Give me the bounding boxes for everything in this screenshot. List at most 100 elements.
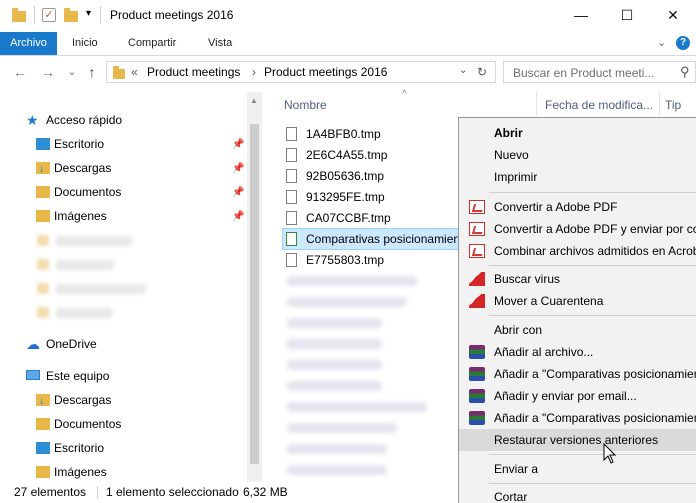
menu-item-cortar[interactable]: Cortar (459, 486, 696, 503)
menu-separator (489, 454, 696, 455)
column-fecha[interactable]: Fecha de modifica... (545, 98, 653, 112)
folder-icon (113, 66, 125, 79)
blurred-item (55, 284, 147, 294)
selection-count: 1 elemento seleccionado (106, 485, 239, 499)
tab-vista[interactable]: Vista (198, 32, 242, 55)
title-bar: ✓ ▾ Product meetings 2016 — ☐ ✕ (0, 0, 696, 32)
blurred-item (55, 308, 113, 318)
scrollbar-thumb[interactable] (250, 124, 259, 464)
menu-item-imprimir[interactable]: Imprimir (459, 166, 696, 188)
customize-toolbar-icon[interactable]: ▾ (86, 8, 91, 19)
search-box[interactable]: Buscar en Product meeti... ⚲ (503, 61, 696, 83)
blurred-file-row (287, 381, 382, 391)
pin-icon[interactable]: 📌 (232, 139, 244, 150)
breadcrumb-item[interactable]: Product meetings (147, 65, 240, 79)
mouse-cursor-icon (603, 443, 617, 464)
blurred-file-row (287, 297, 407, 307)
pictures-icon (36, 466, 50, 478)
divider (34, 6, 35, 24)
help-icon[interactable]: ? (676, 36, 690, 50)
breadcrumb-separator[interactable]: › (252, 65, 256, 79)
menu-item-anadir-a-rar-enviar[interactable]: Añadir a "Comparativas posicionamien (459, 407, 696, 429)
pdf-icon (469, 222, 485, 236)
menu-separator (489, 265, 696, 266)
pin-icon[interactable]: 📌 (232, 163, 244, 174)
new-folder-icon[interactable] (64, 8, 78, 22)
menu-item-convertir-pdf-enviar[interactable]: Convertir a Adobe PDF y enviar por cor (459, 218, 696, 240)
menu-item-restaurar-versiones[interactable]: Restaurar versiones anteriores (459, 429, 696, 451)
blurred-file-row (287, 318, 382, 328)
menu-separator (489, 483, 696, 484)
scroll-up-icon[interactable]: ▲ (250, 96, 258, 105)
recent-locations-button[interactable]: ⌄ (62, 62, 82, 82)
column-nombre[interactable]: Nombre (284, 98, 327, 112)
menu-item-cuarentena[interactable]: Mover a Cuarentena (459, 290, 696, 312)
refresh-button[interactable]: ↻ (477, 65, 487, 79)
pdf-icon (469, 200, 485, 214)
properties-icon[interactable]: ✓ (42, 8, 56, 22)
divider (97, 486, 98, 499)
breadcrumb-overflow[interactable]: « (131, 65, 138, 79)
folder-icon (37, 259, 49, 270)
search-icon: ⚲ (680, 64, 690, 79)
desktop-icon (36, 138, 50, 150)
forward-button[interactable]: → (38, 62, 58, 82)
blurred-file-row (287, 360, 382, 370)
pin-icon[interactable]: 📌 (232, 187, 244, 198)
back-button[interactable]: ← (10, 62, 30, 82)
winrar-icon (469, 389, 485, 403)
excel-file-icon (286, 232, 297, 246)
menu-item-anadir-a-rar[interactable]: Añadir a "Comparativas posicionamien (459, 363, 696, 385)
star-icon: ★ (26, 112, 39, 128)
menu-item-abrir[interactable]: Abrir (459, 122, 696, 144)
winrar-icon (469, 345, 485, 359)
nav-pane-scrollbar[interactable]: ▲ (247, 92, 262, 482)
pin-icon[interactable]: 📌 (232, 211, 244, 222)
winrar-icon (469, 367, 485, 381)
address-bar[interactable]: « Product meetings › Product meetings 20… (106, 61, 496, 83)
column-divider (536, 92, 537, 116)
column-divider (659, 92, 660, 116)
menu-item-anadir-archivo[interactable]: Añadir al archivo... (459, 341, 696, 363)
breadcrumb-item[interactable]: Product meetings 2016 (264, 65, 387, 79)
menu-item-nuevo[interactable]: Nuevo (459, 144, 696, 166)
blurred-file-row (287, 444, 387, 454)
desktop-icon (36, 442, 50, 454)
antivirus-icon (469, 272, 485, 286)
file-icon (286, 211, 297, 225)
expand-ribbon-icon[interactable]: ⌄ (657, 36, 666, 49)
pictures-icon (36, 210, 50, 222)
blurred-file-row (287, 276, 417, 286)
maximize-button[interactable]: ☐ (604, 0, 650, 30)
up-button[interactable]: ↑ (82, 62, 102, 82)
tab-archivo[interactable]: Archivo (0, 32, 57, 55)
blurred-file-row (287, 423, 397, 433)
minimize-button[interactable]: — (558, 0, 604, 30)
file-icon (286, 190, 297, 204)
search-input[interactable]: Buscar en Product meeti... (513, 66, 654, 80)
menu-item-combinar-acrobat[interactable]: Combinar archivos admitidos en Acrob (459, 240, 696, 262)
close-button[interactable]: ✕ (650, 0, 696, 30)
file-icon (286, 127, 297, 141)
folder-icon (37, 307, 49, 318)
menu-item-anadir-enviar-email[interactable]: Añadir y enviar por email... (459, 385, 696, 407)
blurred-item (55, 236, 133, 246)
winrar-icon (469, 411, 485, 425)
computer-icon (26, 370, 40, 380)
column-tipo[interactable]: Tip (665, 98, 681, 112)
menu-item-enviar-a[interactable]: Enviar a (459, 458, 696, 480)
antivirus-icon (469, 294, 485, 308)
tab-inicio[interactable]: Inicio (62, 32, 108, 55)
item-count: 27 elementos (14, 485, 87, 499)
sort-ascending-icon: ^ (402, 89, 407, 100)
menu-item-buscar-virus[interactable]: Buscar virus (459, 268, 696, 290)
folder-icon (37, 235, 49, 246)
tab-compartir[interactable]: Compartir (118, 32, 186, 55)
chevron-down-icon[interactable]: ⌄ (459, 65, 467, 76)
menu-item-abrir-con[interactable]: Abrir con (459, 319, 696, 341)
documents-icon (36, 418, 50, 430)
documents-icon (36, 186, 50, 198)
address-row: ← → ⌄ ↑ « Product meetings › Product mee… (0, 56, 696, 88)
context-menu: Abrir Nuevo Imprimir Convertir a Adobe P… (458, 117, 696, 503)
menu-item-convertir-pdf[interactable]: Convertir a Adobe PDF (459, 196, 696, 218)
